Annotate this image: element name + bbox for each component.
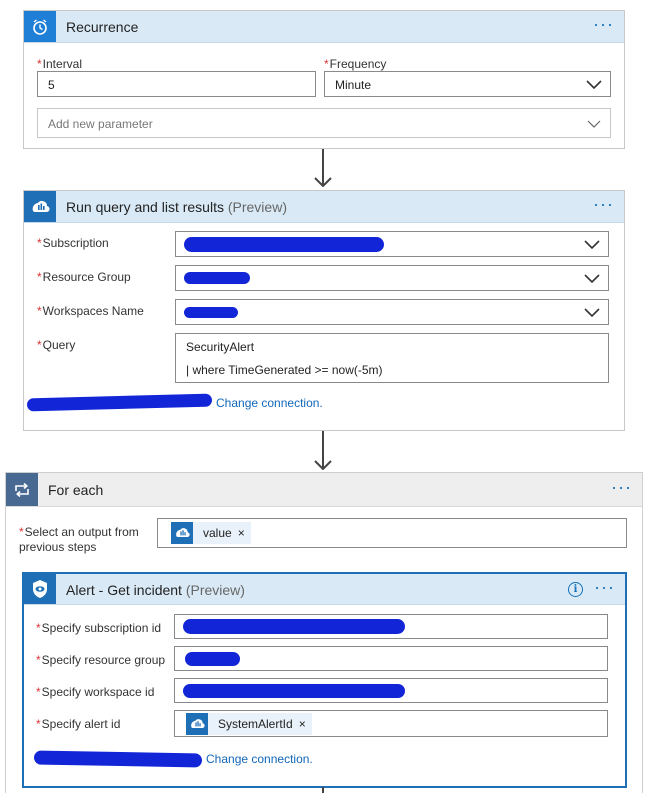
for-each-scope: For each ··· *Select an output from prev… xyxy=(5,472,643,793)
alert-workspace-label: *Specify workspace id xyxy=(36,685,155,699)
resource-group-label: *Resource Group xyxy=(37,270,131,284)
subscription-label: *Subscription xyxy=(37,236,109,250)
add-parameter-select[interactable]: Add new parameter xyxy=(37,108,611,138)
remove-token-button[interactable]: × xyxy=(238,526,251,540)
frequency-value: Minute xyxy=(335,78,372,92)
chevron-down-icon xyxy=(587,120,601,128)
redaction-mark xyxy=(33,750,203,768)
recurrence-menu-button[interactable]: ··· xyxy=(593,15,614,33)
for-each-menu-button[interactable]: ··· xyxy=(611,478,632,496)
frequency-select[interactable]: Minute xyxy=(324,71,611,97)
change-connection-link[interactable]: Change connection. xyxy=(216,396,323,410)
log-analytics-icon xyxy=(171,522,193,544)
interval-input[interactable]: 5 xyxy=(37,71,316,97)
recurrence-title: Recurrence xyxy=(66,19,139,35)
run-query-title: Run query and list results (Preview) xyxy=(66,199,287,215)
resource-group-select[interactable] xyxy=(175,265,609,291)
alert-workspace-input[interactable] xyxy=(174,678,608,703)
value-token-label: value xyxy=(203,526,232,540)
chevron-down-icon xyxy=(584,308,600,318)
query-line-1: SecurityAlert xyxy=(186,340,255,354)
system-alert-id-label: SystemAlertId xyxy=(218,717,293,731)
workspaces-select[interactable] xyxy=(175,299,609,325)
for-each-header[interactable]: For each ··· xyxy=(6,473,642,507)
alert-id-label: *Specify alert id xyxy=(36,717,121,731)
redaction-mark xyxy=(185,652,240,666)
alert-header[interactable]: Alert - Get incident (Preview) i ··· xyxy=(24,574,625,605)
select-output-field[interactable]: value × xyxy=(157,518,627,548)
add-parameter-placeholder: Add new parameter xyxy=(48,117,153,131)
log-analytics-icon xyxy=(186,713,208,735)
arrow-down-icon xyxy=(314,460,332,470)
for-each-title: For each xyxy=(48,482,104,498)
alert-title: Alert - Get incident (Preview) xyxy=(66,582,245,598)
flow-connector xyxy=(322,787,324,793)
shield-eye-icon xyxy=(24,574,56,604)
run-query-menu-button[interactable]: ··· xyxy=(593,195,614,213)
remove-token-button[interactable]: × xyxy=(299,717,312,731)
chevron-down-icon xyxy=(586,80,602,90)
interval-label: *Interval xyxy=(37,57,83,71)
redaction-mark xyxy=(184,272,250,284)
select-output-label: *Select an output from previous steps xyxy=(19,525,139,554)
info-icon[interactable]: i xyxy=(568,582,583,597)
alarm-clock-icon xyxy=(24,11,56,42)
alert-subscription-label: *Specify subscription id xyxy=(36,621,162,635)
loop-icon xyxy=(6,473,38,506)
run-query-card: Run query and list results (Preview) ···… xyxy=(23,190,625,431)
alert-subscription-input[interactable] xyxy=(174,614,608,639)
alert-resource-group-input[interactable] xyxy=(174,646,608,671)
alert-get-incident-card: Alert - Get incident (Preview) i ··· *Sp… xyxy=(22,572,627,788)
chevron-down-icon xyxy=(584,274,600,284)
change-connection-link[interactable]: Change connection. xyxy=(206,752,313,766)
redaction-mark xyxy=(183,619,405,634)
query-line-2: | where TimeGenerated >= now(-5m) xyxy=(186,363,383,377)
alert-id-field[interactable]: SystemAlertId × xyxy=(174,710,608,737)
query-textarea[interactable]: SecurityAlert | where TimeGenerated >= n… xyxy=(175,333,609,383)
arrow-down-icon xyxy=(314,177,332,187)
subscription-select[interactable] xyxy=(175,231,609,257)
query-label: *Query xyxy=(37,338,76,352)
system-alert-id-token[interactable]: SystemAlertId × xyxy=(186,713,312,735)
log-analytics-icon xyxy=(24,191,56,222)
alert-resource-group-label: *Specify resource group xyxy=(36,653,166,667)
redaction-mark xyxy=(184,237,384,252)
recurrence-header[interactable]: Recurrence ··· xyxy=(24,11,624,43)
chevron-down-icon xyxy=(584,240,600,250)
interval-value: 5 xyxy=(48,78,55,92)
run-query-header[interactable]: Run query and list results (Preview) ··· xyxy=(24,191,624,223)
frequency-label: *Frequency xyxy=(324,57,387,71)
redaction-mark xyxy=(184,307,238,318)
redaction-mark xyxy=(26,393,213,412)
redaction-mark xyxy=(183,684,405,698)
alert-menu-button[interactable]: ··· xyxy=(594,578,615,596)
value-token[interactable]: value × xyxy=(171,522,251,544)
recurrence-card: Recurrence ··· *Interval 5 *Frequency Mi… xyxy=(23,10,625,149)
workspaces-label: *Workspaces Name xyxy=(37,304,144,318)
